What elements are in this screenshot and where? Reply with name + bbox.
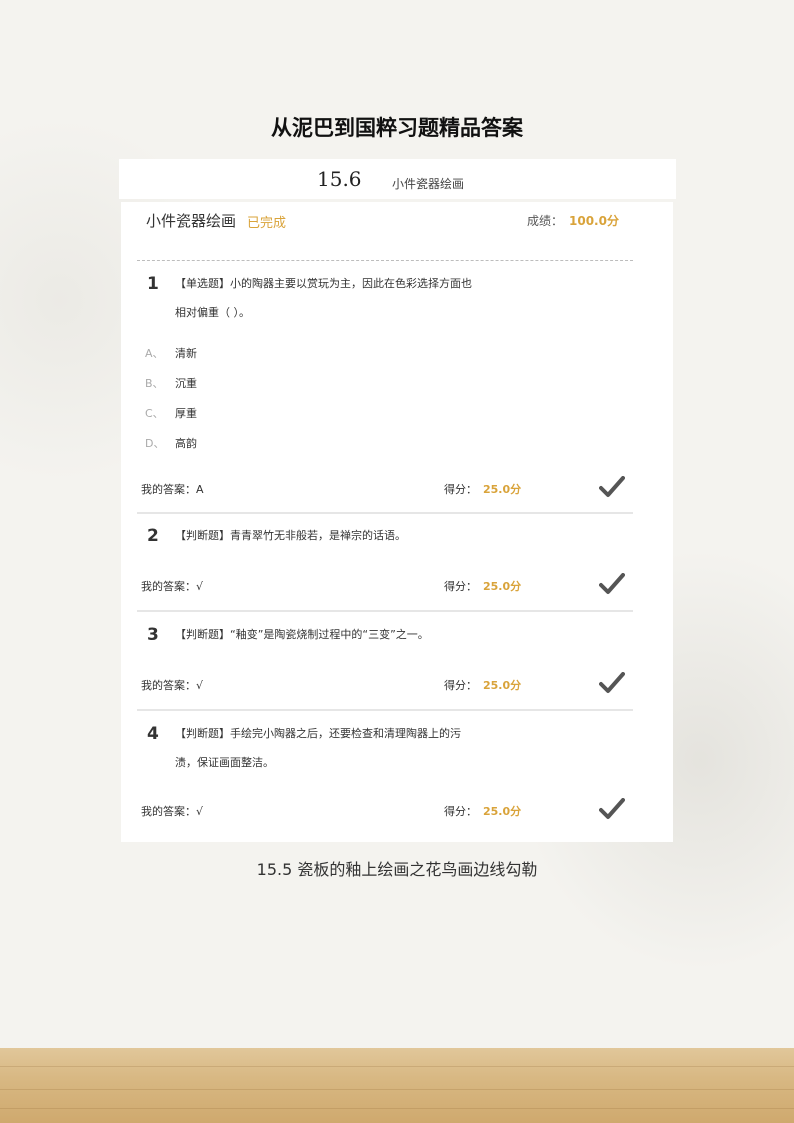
score-value: 100.0分 xyxy=(569,214,619,228)
option-a: A、 清新 xyxy=(145,345,197,361)
question-text: 【单选题】小的陶器主要以赏玩为主，因此在色彩选择方面也 相对偏重（ ）。 xyxy=(175,269,505,327)
option-b: B、 沉重 xyxy=(145,375,197,391)
got-score-label: 得分： xyxy=(444,805,477,818)
option-letter: C、 xyxy=(145,407,164,420)
got-score-value: 25.0分 xyxy=(483,483,522,496)
question-divider xyxy=(137,610,633,612)
got-score-value: 25.0分 xyxy=(483,679,522,692)
score-label: 成绩： xyxy=(527,214,564,228)
floor-grain xyxy=(0,1066,794,1067)
question-text-line2: 渍，保证画面整洁。 xyxy=(175,756,274,769)
option-text: 厚重 xyxy=(175,407,197,420)
my-answer: 我的答案：A xyxy=(141,481,204,497)
question-number: 2 xyxy=(147,526,159,546)
my-answer: 我的答案：√ xyxy=(141,578,203,594)
question-type: 【单选题】 xyxy=(175,277,230,290)
wood-floor xyxy=(0,1048,794,1123)
got-score-label: 得分： xyxy=(444,580,477,593)
my-answer-label: 我的答案： xyxy=(141,580,196,593)
section-header: 15.6 小件瓷器绘画 xyxy=(119,159,676,199)
my-answer-label: 我的答案： xyxy=(141,483,196,496)
got-score-label: 得分： xyxy=(444,483,477,496)
my-answer: 我的答案：√ xyxy=(141,677,203,693)
question-text-line2: 相对偏重（ ）。 xyxy=(175,306,250,319)
question-type: 【判断题】 xyxy=(175,727,230,740)
floor-grain xyxy=(0,1108,794,1109)
status-badge: 已完成 xyxy=(247,216,287,231)
section-title: 小件瓷器绘画 xyxy=(392,177,465,191)
next-section-caption: 15.5 瓷板的釉上绘画之花鸟画边线勾勒 xyxy=(256,860,538,879)
question-type: 【判断题】 xyxy=(175,628,230,641)
checkmark-icon xyxy=(599,573,625,594)
question-text: 【判断题】“釉变”是陶瓷烧制过程中的“三变”之一。 xyxy=(175,620,505,649)
question-divider xyxy=(137,709,633,711)
option-text: 清新 xyxy=(175,347,197,360)
question-text-line1: 手绘完小陶器之后，还要检查和清理陶器上的污 xyxy=(230,727,461,740)
my-answer-value: √ xyxy=(196,679,204,692)
my-answer-value: √ xyxy=(196,580,204,593)
my-answer-label: 我的答案： xyxy=(141,679,196,692)
page-title: 从泥巴到国粹习题精品答案 xyxy=(271,115,523,140)
card-title: 小件瓷器绘画 xyxy=(146,212,237,230)
option-c: C、 厚重 xyxy=(145,405,197,421)
option-text: 高韵 xyxy=(175,437,197,450)
question-text-line1: 青青翠竹无非般若，是禅宗的话语。 xyxy=(230,529,406,542)
dashed-divider xyxy=(137,260,633,261)
question-number: 1 xyxy=(147,274,159,294)
section-number: 15.6 xyxy=(317,167,362,191)
quiz-card: 小件瓷器绘画 已完成 成绩： 100.0分 1 【单选题】小的陶器主要以赏玩为主… xyxy=(121,202,673,842)
option-text: 沉重 xyxy=(175,377,197,390)
got-score-value: 25.0分 xyxy=(483,580,522,593)
question-type: 【判断题】 xyxy=(175,529,230,542)
option-letter: D、 xyxy=(145,437,165,450)
my-answer-label: 我的答案： xyxy=(141,805,196,818)
question-text: 【判断题】手绘完小陶器之后，还要检查和清理陶器上的污 渍，保证画面整洁。 xyxy=(175,719,505,777)
option-letter: B、 xyxy=(145,377,164,390)
question-text-line1: 小的陶器主要以赏玩为主，因此在色彩选择方面也 xyxy=(230,277,472,290)
my-answer-value: A xyxy=(196,483,204,496)
option-letter: A、 xyxy=(145,347,164,360)
option-d: D、 高韵 xyxy=(145,435,197,451)
got-score-label: 得分： xyxy=(444,679,477,692)
question-text-line1: “釉变”是陶瓷烧制过程中的“三变”之一。 xyxy=(230,628,429,641)
checkmark-icon xyxy=(599,672,625,693)
question-text: 【判断题】青青翠竹无非般若，是禅宗的话语。 xyxy=(175,521,505,550)
got-score-value: 25.0分 xyxy=(483,805,522,818)
my-answer-value: √ xyxy=(196,805,204,818)
question-number: 4 xyxy=(147,724,159,744)
my-answer: 我的答案：√ xyxy=(141,803,203,819)
floor-grain xyxy=(0,1089,794,1090)
checkmark-icon xyxy=(599,798,625,819)
question-number: 3 xyxy=(147,625,159,645)
question-divider xyxy=(137,512,633,514)
checkmark-icon xyxy=(599,476,625,497)
